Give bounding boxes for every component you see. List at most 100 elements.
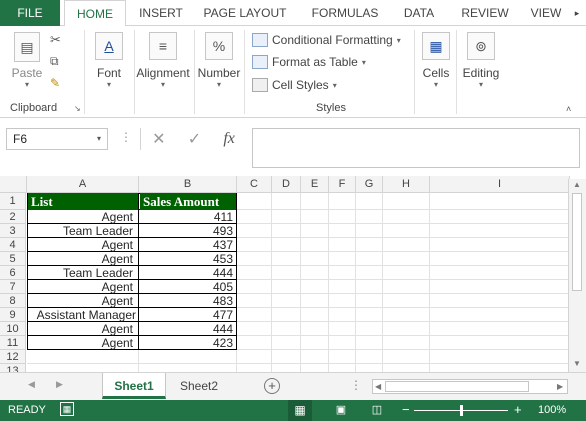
list-cell[interactable]: Agent [28,211,136,225]
list-cell[interactable]: Assistant Manager [28,309,138,323]
paste-button[interactable]: ▤ Paste ▾ [8,32,46,89]
zoom-out-icon[interactable]: − [402,402,410,417]
row-header[interactable]: 7 [0,280,26,294]
tab-home[interactable]: HOME [64,0,126,27]
cells-button[interactable]: ▦ Cells ▾ [418,32,454,89]
select-all-corner[interactable] [0,176,27,193]
tab-formulas[interactable]: FORMULAS [302,0,388,26]
row-header[interactable]: 12 [0,350,26,364]
row-header[interactable]: 1 [0,193,26,210]
table-header-sales-amount[interactable]: Sales Amount [140,193,236,210]
list-cell[interactable]: Agent [28,323,136,337]
row-header[interactable]: 5 [0,252,26,266]
sales-amount-cell[interactable]: 483 [140,295,236,309]
zoom-level[interactable]: 100% [538,404,566,416]
vertical-scroll-thumb[interactable] [572,193,582,291]
list-cell[interactable]: Agent [28,281,136,295]
cancel-icon[interactable]: ✕ [152,129,165,149]
list-cell[interactable]: Team Leader [28,225,136,239]
column-header-g[interactable]: G [356,176,383,193]
row-header[interactable]: 6 [0,266,26,280]
add-sheet-icon[interactable]: + [264,378,280,394]
format-painter-icon[interactable]: ✎ [50,76,60,90]
sales-amount-cell[interactable]: 411 [140,211,236,225]
sales-amount-cell[interactable]: 453 [140,253,236,267]
row-header[interactable]: 4 [0,238,26,252]
sheet-tab-sheet2[interactable]: Sheet2 [170,373,228,399]
sales-amount-cell[interactable]: 423 [140,337,236,351]
column-header-f[interactable]: F [329,176,356,193]
list-cell[interactable]: Agent [28,337,136,351]
tab-view[interactable]: VIEW [522,0,570,26]
clipboard-launcher-icon[interactable]: ↘ [74,104,81,113]
cut-icon[interactable]: ✂ [50,32,61,48]
font-button[interactable]: A Font ▾ [90,32,128,89]
row-header[interactable]: 8 [0,294,26,308]
scroll-left-icon[interactable]: ◀ [375,382,381,391]
row-header[interactable]: 10 [0,322,26,336]
list-cell[interactable]: Team Leader [28,267,136,281]
cells-icon: ▦ [422,32,450,60]
tab-page-layout[interactable]: PAGE LAYOUT [196,0,294,26]
column-header-a[interactable]: A [27,176,139,193]
sales-amount-cell[interactable]: 444 [140,323,236,337]
editing-button[interactable]: ⊚ Editing ▾ [458,32,504,89]
alignment-button[interactable]: ≡ Alignment ▾ [134,32,192,89]
list-cell[interactable]: Agent [28,239,136,253]
name-box[interactable]: F6 ▾ [6,128,108,150]
column-header-h[interactable]: H [383,176,430,193]
sheet-next-icon[interactable]: ▶ [56,379,63,390]
row-header[interactable]: 11 [0,336,26,350]
zoom-slider-thumb[interactable] [460,405,463,416]
sheet-tab-sheet1[interactable]: Sheet1 [102,373,166,399]
conditional-formatting-button[interactable]: Conditional Formatting ▾ [252,30,401,50]
number-label: Number [197,66,241,80]
sales-amount-cell[interactable]: 477 [140,309,236,323]
horizontal-scrollbar[interactable]: ◀ ▶ [372,379,568,394]
page-break-view-icon[interactable]: ◫ [368,400,386,421]
worksheet-grid[interactable]: A B C D E F G H I 1 2 3 4 5 6 7 8 9 10 1… [0,176,570,372]
sales-amount-cell[interactable]: 405 [140,281,236,295]
insert-function-icon[interactable]: fx [223,130,235,148]
row-header[interactable]: 2 [0,210,26,224]
normal-view-icon[interactable]: ▦ [288,400,312,421]
macro-record-icon[interactable]: ▦ [60,402,74,416]
column-header-e[interactable]: E [301,176,329,193]
vertical-scrollbar[interactable]: ▲ ▼ [568,179,586,372]
column-header-i[interactable]: I [430,176,570,193]
zoom-in-icon[interactable]: + [514,402,522,417]
sales-amount-cell[interactable]: 437 [140,239,236,253]
scroll-up-icon[interactable]: ▲ [573,180,581,189]
row-header[interactable]: 9 [0,308,26,322]
list-cell[interactable]: Agent [28,295,136,309]
sales-amount-cell[interactable]: 493 [140,225,236,239]
tab-file[interactable]: FILE [0,0,60,26]
row-header[interactable]: 13 [0,364,26,372]
scroll-right-icon[interactable]: ▶ [557,382,563,391]
tab-review[interactable]: REVIEW [454,0,516,26]
name-box-dropdown-icon[interactable]: ▾ [97,129,101,149]
paste-dropdown-icon[interactable]: ▾ [8,80,46,89]
collapse-ribbon-icon[interactable]: ˄ [566,104,571,114]
scroll-down-icon[interactable]: ▼ [573,359,581,368]
tab-data[interactable]: DATA [394,0,444,26]
sales-amount-cell[interactable]: 444 [140,267,236,281]
tab-insert[interactable]: INSERT [130,0,192,26]
horizontal-scroll-thumb[interactable] [385,381,529,392]
sheet-prev-icon[interactable]: ◀ [28,379,35,390]
column-header-d[interactable]: D [272,176,301,193]
column-header-b[interactable]: B [139,176,237,193]
column-header-c[interactable]: C [237,176,272,193]
page-layout-view-icon[interactable]: ▣ [332,400,350,421]
row-header[interactable]: 3 [0,224,26,238]
enter-icon[interactable]: ✓ [188,129,201,149]
cell-styles-button[interactable]: Cell Styles ▾ [252,75,337,95]
font-icon: A [95,32,123,60]
ribbon-scroll-right-icon[interactable]: ▸ [570,0,584,26]
table-header-list[interactable]: List [28,193,138,210]
formula-input[interactable] [252,128,580,168]
number-button[interactable]: % Number ▾ [196,32,242,89]
list-cell[interactable]: Agent [28,253,136,267]
copy-icon[interactable]: ⧉ [50,54,59,69]
format-as-table-button[interactable]: Format as Table ▾ [252,52,366,72]
